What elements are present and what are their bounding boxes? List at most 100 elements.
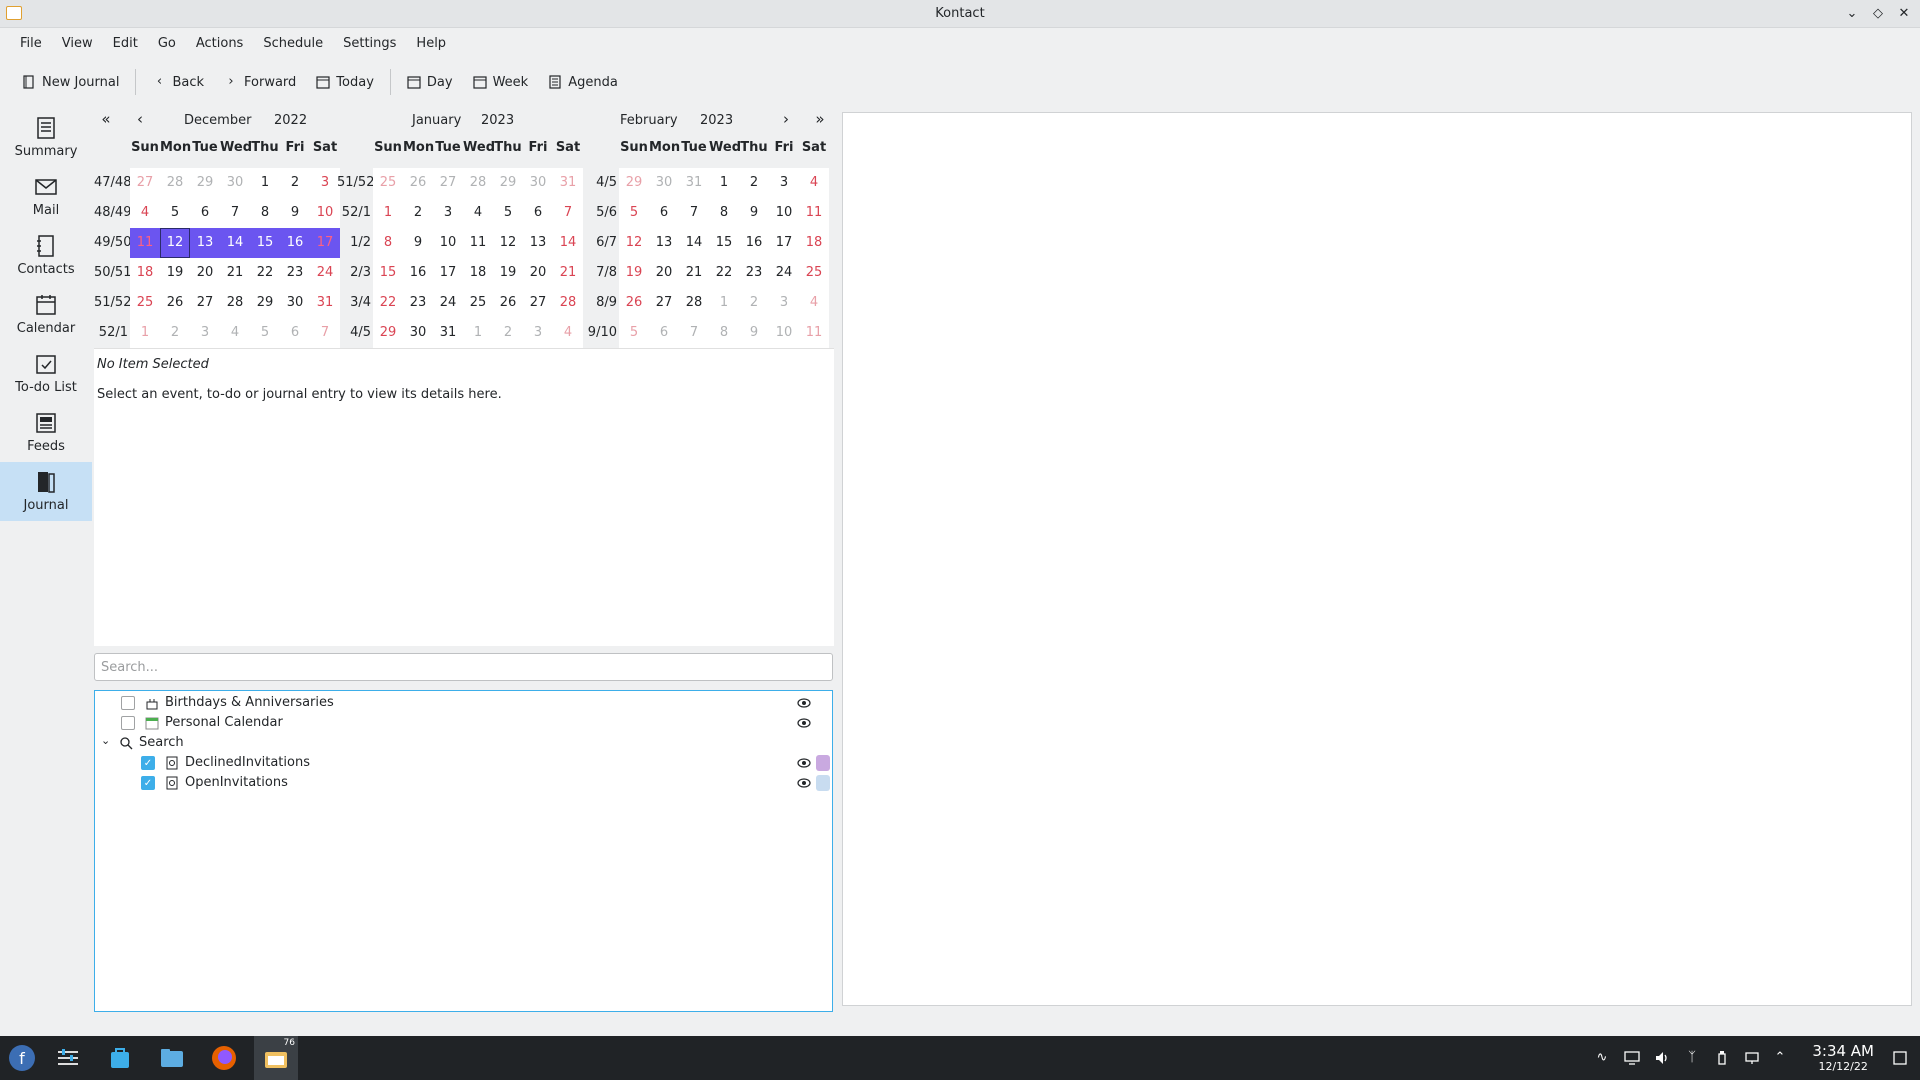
calendar-day[interactable]: 2 <box>403 198 433 228</box>
week-number[interactable]: 2/3 <box>337 258 373 288</box>
calendar-day[interactable]: 3 <box>433 198 463 228</box>
menu-file[interactable]: File <box>10 30 52 58</box>
calendar-day[interactable]: 1 <box>373 198 403 228</box>
calendar-day[interactable]: 1 <box>130 318 160 348</box>
calendar-day[interactable]: 8 <box>709 198 739 228</box>
calendar-day[interactable]: 14 <box>220 228 250 258</box>
calendar-day[interactable]: 9 <box>739 318 769 348</box>
calendar-day[interactable]: 31 <box>679 168 709 198</box>
network-icon[interactable] <box>1744 1050 1760 1066</box>
calendar-day[interactable]: 27 <box>130 168 160 198</box>
calendar-day[interactable]: 29 <box>373 318 403 348</box>
menu-help[interactable]: Help <box>406 30 456 58</box>
calendar-day[interactable]: 28 <box>463 168 493 198</box>
year-selector[interactable]: 2023 <box>700 108 733 132</box>
calendar-day[interactable]: 1 <box>709 288 739 318</box>
calendar-day[interactable]: 11 <box>799 318 829 348</box>
calendar-day[interactable]: 3 <box>769 168 799 198</box>
calendar-day[interactable]: 10 <box>433 228 463 258</box>
calendar-day[interactable]: 16 <box>280 228 310 258</box>
calendar-day[interactable]: 4 <box>220 318 250 348</box>
sidebar-item-calendar[interactable]: Calendar <box>0 285 92 344</box>
calendar-day[interactable]: 2 <box>280 168 310 198</box>
calendar-day[interactable]: 5 <box>160 198 190 228</box>
calendar-day[interactable]: 15 <box>709 228 739 258</box>
calendar-day[interactable]: 26 <box>160 288 190 318</box>
calendar-day[interactable]: 27 <box>523 288 553 318</box>
tree-item-checkbox[interactable]: ✓ <box>141 776 155 790</box>
menu-schedule[interactable]: Schedule <box>253 30 333 58</box>
calendar-day[interactable]: 6 <box>649 318 679 348</box>
week-number[interactable]: 49/50 <box>94 228 131 258</box>
maximize-icon[interactable]: ◇ <box>1870 4 1886 22</box>
calendar-day[interactable]: 22 <box>709 258 739 288</box>
calendar-day[interactable]: 9 <box>739 198 769 228</box>
calendar-day[interactable]: 14 <box>553 228 583 258</box>
calendar-day[interactable]: 16 <box>739 228 769 258</box>
show-desktop-icon[interactable] <box>1892 1050 1908 1066</box>
tree-item-checkbox[interactable]: ✓ <box>141 756 155 770</box>
calendar-day[interactable]: 26 <box>493 288 523 318</box>
today-button[interactable]: Today <box>306 67 384 97</box>
tree-item-checkbox[interactable] <box>121 716 135 730</box>
calendar-day[interactable]: 18 <box>799 228 829 258</box>
agenda-view-button[interactable]: Agenda <box>538 67 628 97</box>
calendar-day[interactable]: 26 <box>619 288 649 318</box>
calendar-day[interactable]: 5 <box>493 198 523 228</box>
calendar-day[interactable]: 30 <box>649 168 679 198</box>
tree-item-checkbox[interactable] <box>121 696 135 710</box>
calendar-day[interactable]: 12 <box>160 228 190 258</box>
calendar-day[interactable]: 13 <box>649 228 679 258</box>
calendar-day[interactable]: 29 <box>619 168 649 198</box>
calendar-day[interactable]: 4 <box>553 318 583 348</box>
calendar-day[interactable]: 4 <box>463 198 493 228</box>
chevron-up-icon[interactable]: ⌃ <box>1772 1050 1788 1066</box>
week-view-button[interactable]: Week <box>463 67 539 97</box>
calendar-day[interactable]: 13 <box>523 228 553 258</box>
calendar-day[interactable]: 13 <box>190 228 220 258</box>
tree-item[interactable]: Birthdays & Anniversaries <box>95 693 832 713</box>
calendar-day[interactable]: 12 <box>493 228 523 258</box>
calendar-day[interactable]: 28 <box>679 288 709 318</box>
calendar-day[interactable]: 30 <box>280 288 310 318</box>
calendar-day[interactable]: 18 <box>463 258 493 288</box>
calendar-day[interactable]: 7 <box>553 198 583 228</box>
clock[interactable]: 3:34 AM 12/12/22 <box>1812 1042 1874 1074</box>
calendar-day[interactable]: 3 <box>523 318 553 348</box>
calendar-day[interactable]: 28 <box>220 288 250 318</box>
calendar-day[interactable]: 28 <box>160 168 190 198</box>
month-selector[interactable]: January <box>412 108 461 132</box>
year-selector[interactable]: 2022 <box>274 108 307 132</box>
calendar-day[interactable]: 14 <box>679 228 709 258</box>
calendar-day[interactable]: 25 <box>130 288 160 318</box>
calendar-day[interactable]: 17 <box>769 228 799 258</box>
calendar-day[interactable]: 25 <box>799 258 829 288</box>
calendar-day[interactable]: 22 <box>373 288 403 318</box>
week-number[interactable]: 47/48 <box>94 168 131 198</box>
calendar-day[interactable]: 27 <box>190 288 220 318</box>
calendar-day[interactable]: 29 <box>190 168 220 198</box>
calendar-day[interactable]: 3 <box>769 288 799 318</box>
calendar-day[interactable]: 12 <box>619 228 649 258</box>
calendar-day[interactable]: 1 <box>463 318 493 348</box>
calendar-day[interactable]: 2 <box>493 318 523 348</box>
calendar-day[interactable]: 28 <box>553 288 583 318</box>
prev-month-icon[interactable]: ‹ <box>130 110 150 128</box>
next-month-icon[interactable]: › <box>776 110 796 128</box>
calendar-day[interactable]: 29 <box>250 288 280 318</box>
calendar-day[interactable]: 23 <box>739 258 769 288</box>
calendar-day[interactable]: 16 <box>403 258 433 288</box>
calendar-day[interactable]: 31 <box>433 318 463 348</box>
calendar-day[interactable]: 19 <box>619 258 649 288</box>
calendar-day[interactable]: 24 <box>433 288 463 318</box>
discover-icon[interactable] <box>104 1042 136 1074</box>
volume-icon[interactable] <box>1654 1050 1670 1066</box>
calendar-day[interactable]: 30 <box>403 318 433 348</box>
calendar-day[interactable]: 1 <box>250 168 280 198</box>
week-number[interactable]: 5/6 <box>583 198 619 228</box>
usb-device-icon[interactable] <box>1714 1050 1730 1066</box>
color-swatch[interactable] <box>816 775 830 791</box>
close-icon[interactable]: ✕ <box>1896 4 1912 22</box>
calendar-day[interactable]: 1 <box>709 168 739 198</box>
calendar-day[interactable]: 3 <box>190 318 220 348</box>
